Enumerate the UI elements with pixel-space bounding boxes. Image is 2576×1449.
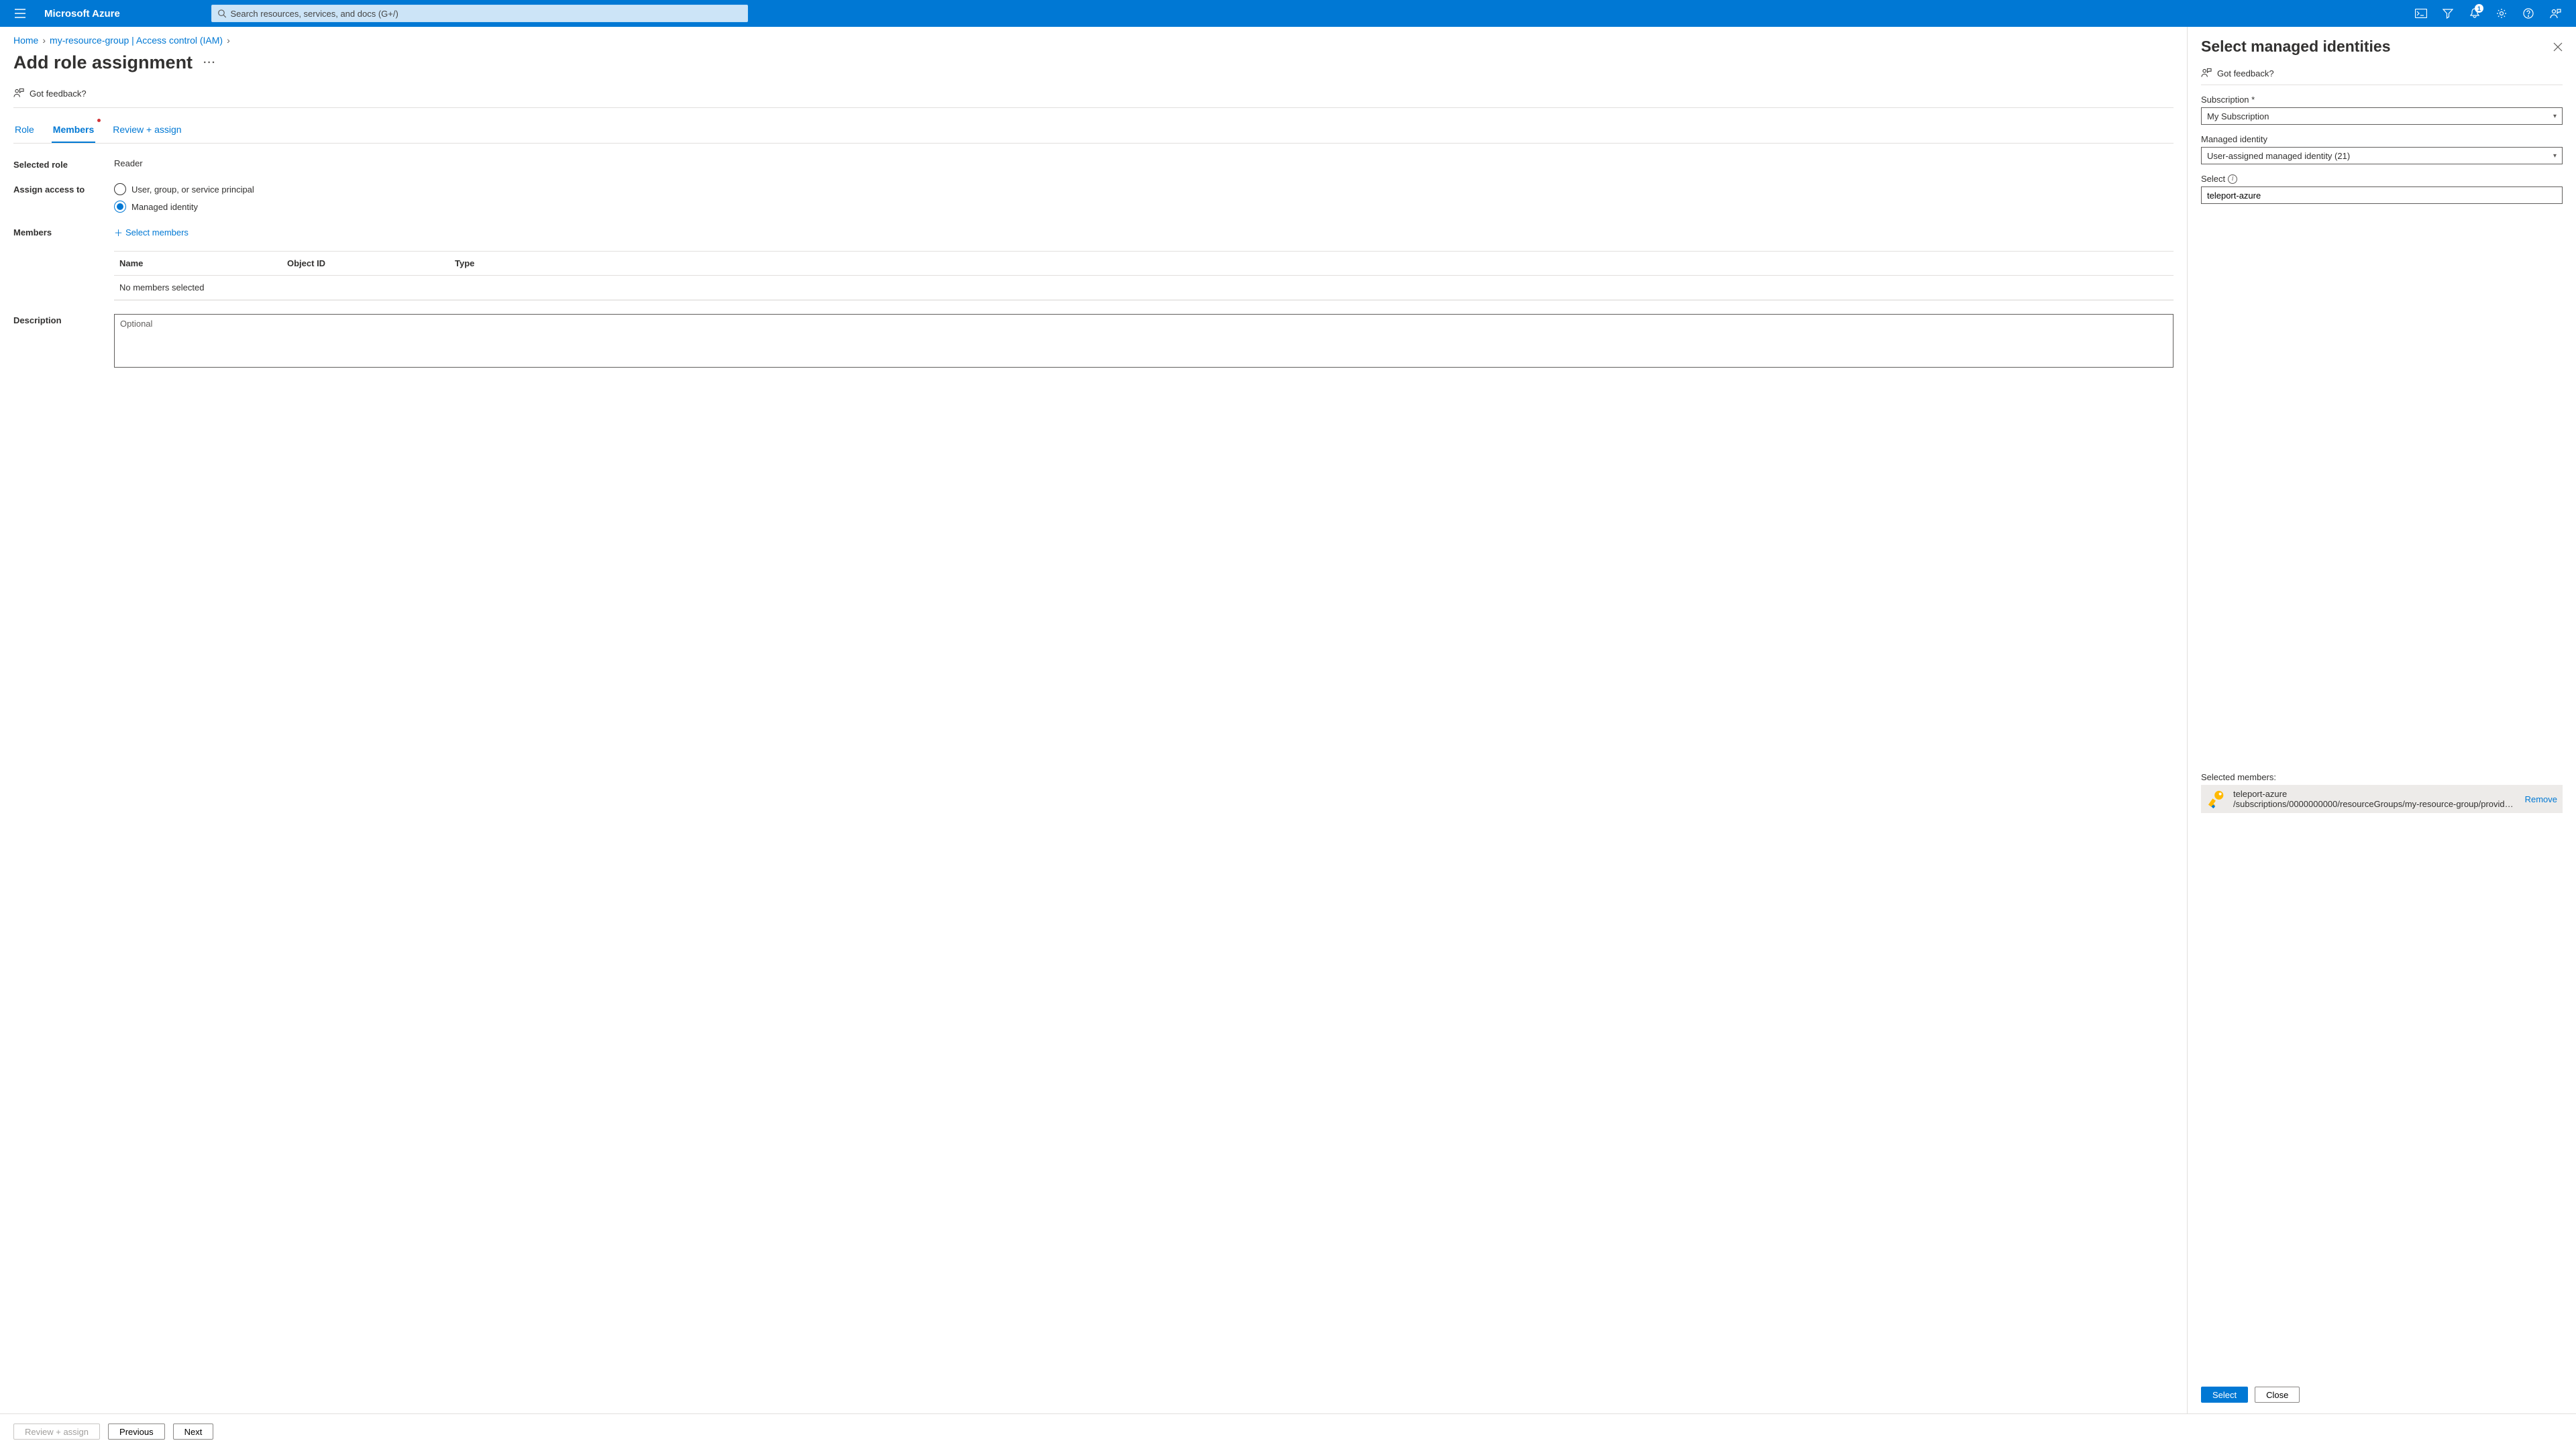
selected-role-value: Reader bbox=[114, 158, 2174, 168]
previous-button[interactable]: Previous bbox=[108, 1424, 165, 1440]
managed-identity-label: Managed identity bbox=[2201, 134, 2563, 144]
feedback-link[interactable]: Got feedback? bbox=[13, 88, 87, 99]
tabs: Role Members Review + assign bbox=[13, 120, 2174, 144]
radio-label: User, group, or service principal bbox=[131, 184, 254, 195]
radio-icon bbox=[114, 183, 126, 195]
description-label: Description bbox=[13, 314, 114, 325]
radio-label: Managed identity bbox=[131, 202, 198, 212]
managed-identity-icon bbox=[2206, 789, 2226, 809]
managed-identity-select[interactable]: User-assigned managed identity (21) ▾ bbox=[2201, 147, 2563, 164]
selected-members-label: Selected members: bbox=[2201, 772, 2563, 782]
selected-member-name: teleport-azure bbox=[2233, 789, 2518, 799]
next-button[interactable]: Next bbox=[173, 1424, 214, 1440]
select-search-input[interactable] bbox=[2207, 191, 2557, 201]
radio-icon bbox=[114, 201, 126, 213]
wizard-footer: Review + assign Previous Next bbox=[0, 1413, 2576, 1449]
members-label: Members bbox=[13, 226, 114, 237]
close-icon bbox=[2553, 42, 2563, 52]
brand-label[interactable]: Microsoft Azure bbox=[39, 8, 125, 19]
panel-title: Select managed identities bbox=[2201, 38, 2390, 56]
settings-button[interactable] bbox=[2490, 0, 2513, 27]
chevron-right-icon: › bbox=[227, 35, 230, 46]
chevron-right-icon: › bbox=[42, 35, 46, 46]
feedback-label: Got feedback? bbox=[30, 89, 87, 99]
select-identities-panel: Select managed identities Got feedback? … bbox=[2187, 27, 2576, 1413]
gear-icon bbox=[2496, 8, 2507, 19]
filter-icon bbox=[2443, 8, 2453, 19]
selected-member-row: teleport-azure /subscriptions/0000000000… bbox=[2201, 785, 2563, 813]
page-title: Add role assignment bbox=[13, 52, 193, 73]
divider bbox=[13, 107, 2174, 108]
panel-feedback-label: Got feedback? bbox=[2217, 68, 2274, 78]
person-feedback-icon bbox=[2550, 8, 2561, 19]
breadcrumb-item[interactable]: Home bbox=[13, 35, 38, 46]
breadcrumb: Home › my-resource-group | Access contro… bbox=[13, 35, 2174, 46]
description-textarea[interactable] bbox=[114, 314, 2174, 368]
plus-icon: ＋ bbox=[114, 226, 123, 239]
hamburger-icon bbox=[15, 9, 25, 18]
search-icon bbox=[217, 9, 227, 18]
subscription-select[interactable]: My Subscription ▾ bbox=[2201, 107, 2563, 125]
chevron-down-icon: ▾ bbox=[2553, 152, 2557, 160]
review-assign-button: Review + assign bbox=[13, 1424, 100, 1440]
assign-access-label: Assign access to bbox=[13, 183, 114, 195]
cloud-shell-icon bbox=[2415, 9, 2427, 18]
feedback-button[interactable] bbox=[2544, 0, 2567, 27]
tab-label: Review + assign bbox=[113, 124, 181, 135]
notifications-button[interactable]: 1 bbox=[2463, 0, 2486, 27]
main-content: Home › my-resource-group | Access contro… bbox=[0, 27, 2187, 1413]
tab-label: Role bbox=[15, 124, 34, 135]
radio-user-group[interactable]: User, group, or service principal bbox=[114, 183, 2174, 195]
panel-close-button-footer[interactable]: Close bbox=[2255, 1387, 2300, 1403]
remove-member-button[interactable]: Remove bbox=[2525, 794, 2557, 804]
col-header-objectid: Object ID bbox=[287, 258, 455, 268]
breadcrumb-item[interactable]: my-resource-group | Access control (IAM) bbox=[50, 35, 223, 46]
selected-member-path: /subscriptions/0000000000/resourceGroups… bbox=[2233, 799, 2518, 809]
select-members-button[interactable]: ＋ Select members bbox=[114, 226, 189, 239]
panel-select-button[interactable]: Select bbox=[2201, 1387, 2248, 1403]
divider bbox=[114, 300, 2174, 301]
tab-role[interactable]: Role bbox=[13, 120, 36, 143]
chevron-down-icon: ▾ bbox=[2553, 113, 2557, 120]
select-label: Select bbox=[2201, 174, 2225, 184]
tab-indicator-dot bbox=[97, 119, 101, 122]
more-actions-button[interactable]: ··· bbox=[201, 57, 219, 69]
hamburger-menu-button[interactable] bbox=[7, 0, 34, 27]
help-icon bbox=[2523, 8, 2534, 19]
tab-members[interactable]: Members bbox=[52, 120, 95, 143]
selected-role-label: Selected role bbox=[13, 158, 114, 170]
tab-label: Members bbox=[53, 124, 94, 135]
col-header-type: Type bbox=[455, 258, 2168, 268]
info-icon[interactable]: i bbox=[2228, 174, 2237, 184]
subscription-value: My Subscription bbox=[2207, 111, 2269, 121]
select-members-label: Select members bbox=[125, 227, 189, 237]
global-search-input[interactable] bbox=[230, 9, 741, 19]
filter-button[interactable] bbox=[2436, 0, 2459, 27]
panel-close-button[interactable] bbox=[2553, 42, 2563, 52]
global-search[interactable] bbox=[211, 5, 748, 22]
subscription-label: Subscription * bbox=[2201, 95, 2563, 105]
help-button[interactable] bbox=[2517, 0, 2540, 27]
panel-feedback-link[interactable]: Got feedback? bbox=[2201, 68, 2274, 78]
tab-review-assign[interactable]: Review + assign bbox=[111, 120, 182, 143]
radio-managed-identity[interactable]: Managed identity bbox=[114, 201, 2174, 213]
col-header-name: Name bbox=[119, 258, 287, 268]
notification-badge: 1 bbox=[2475, 4, 2483, 13]
person-feedback-icon bbox=[13, 88, 24, 99]
cloud-shell-button[interactable] bbox=[2410, 0, 2432, 27]
person-feedback-icon bbox=[2201, 68, 2212, 78]
members-empty-text: No members selected bbox=[119, 282, 287, 292]
topbar: Microsoft Azure 1 bbox=[0, 0, 2576, 27]
managed-identity-value: User-assigned managed identity (21) bbox=[2207, 151, 2350, 161]
select-search-box[interactable] bbox=[2201, 186, 2563, 204]
